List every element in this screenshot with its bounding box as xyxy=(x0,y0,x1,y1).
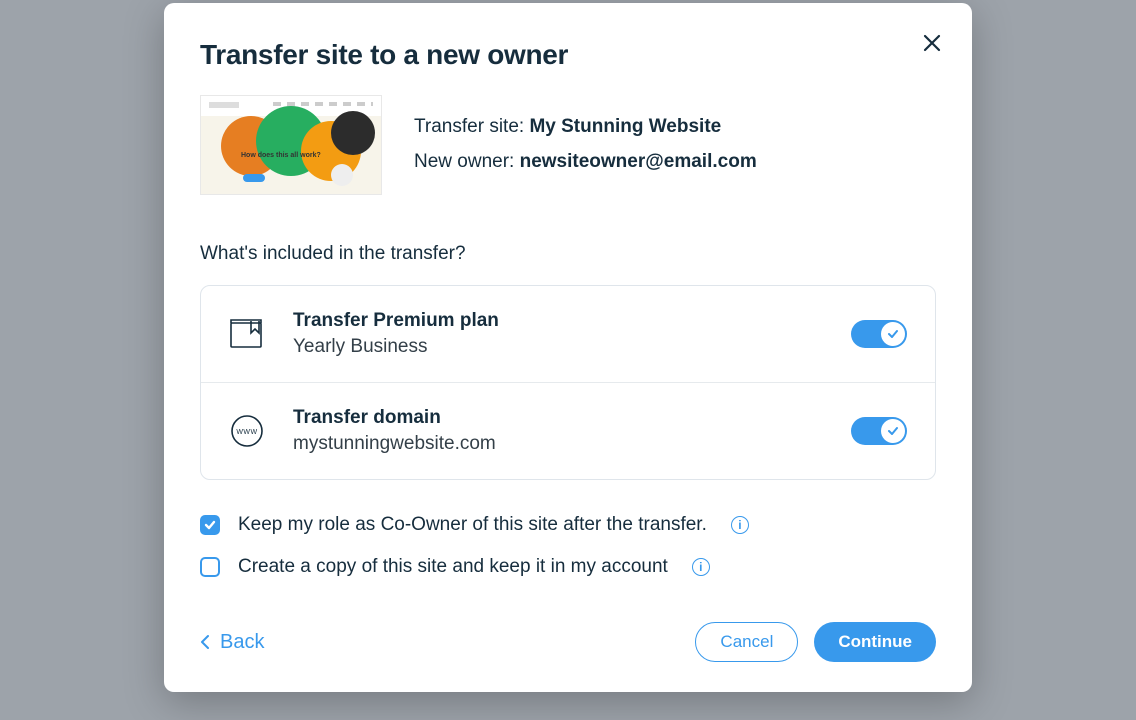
create-copy-checkbox[interactable] xyxy=(200,557,220,577)
check-icon xyxy=(204,519,216,531)
domain-subtitle: mystunningwebsite.com xyxy=(293,433,823,455)
transfer-items-card: Transfer Premium plan Yearly Business WW… xyxy=(200,285,936,480)
close-icon xyxy=(923,34,941,52)
modal-title: Transfer site to a new owner xyxy=(200,39,936,71)
plan-icon xyxy=(229,316,265,352)
option-create-copy: Create a copy of this site and keep it i… xyxy=(200,556,936,578)
transfer-item-domain: WWW Transfer domain mystunningwebsite.co… xyxy=(201,382,935,479)
chevron-left-icon xyxy=(200,634,210,650)
transfer-site-modal: Transfer site to a new owner How does th… xyxy=(164,3,972,692)
transfer-site-name: My Stunning Website xyxy=(529,116,721,137)
svg-text:WWW: WWW xyxy=(236,429,257,436)
close-button[interactable] xyxy=(918,29,946,57)
site-thumbnail: How does this all work? xyxy=(200,95,382,195)
transfer-site-line: Transfer site: My Stunning Website xyxy=(414,114,757,141)
domain-icon: WWW xyxy=(229,413,265,449)
create-copy-label: Create a copy of this site and keep it i… xyxy=(238,556,668,578)
info-icon[interactable]: i xyxy=(731,516,749,534)
thumbnail-caption: How does this all work? xyxy=(241,152,321,159)
modal-footer: Back Cancel Continue xyxy=(200,622,936,662)
check-icon xyxy=(887,425,899,437)
option-keep-role: Keep my role as Co-Owner of this site af… xyxy=(200,514,936,536)
check-icon xyxy=(887,328,899,340)
new-owner-line: New owner: newsiteowner@email.com xyxy=(414,149,757,176)
new-owner-label: New owner: xyxy=(414,151,520,172)
domain-title: Transfer domain xyxy=(293,407,823,429)
info-icon[interactable]: i xyxy=(692,558,710,576)
back-button[interactable]: Back xyxy=(200,631,264,654)
cancel-button[interactable]: Cancel xyxy=(695,622,798,662)
transfer-item-plan: Transfer Premium plan Yearly Business xyxy=(201,286,935,382)
keep-role-label: Keep my role as Co-Owner of this site af… xyxy=(238,514,707,536)
site-summary: How does this all work? Transfer site: M… xyxy=(200,95,936,195)
toggle-knob xyxy=(881,322,905,346)
included-label: What's included in the transfer? xyxy=(200,243,936,265)
plan-title: Transfer Premium plan xyxy=(293,310,823,332)
plan-toggle[interactable] xyxy=(851,320,907,348)
plan-subtitle: Yearly Business xyxy=(293,336,823,358)
toggle-knob xyxy=(881,419,905,443)
continue-button[interactable]: Continue xyxy=(814,622,936,662)
new-owner-email: newsiteowner@email.com xyxy=(520,151,757,172)
transfer-site-label: Transfer site: xyxy=(414,116,529,137)
domain-toggle[interactable] xyxy=(851,417,907,445)
keep-role-checkbox[interactable] xyxy=(200,515,220,535)
options-list: Keep my role as Co-Owner of this site af… xyxy=(200,514,936,578)
back-label: Back xyxy=(220,631,264,654)
